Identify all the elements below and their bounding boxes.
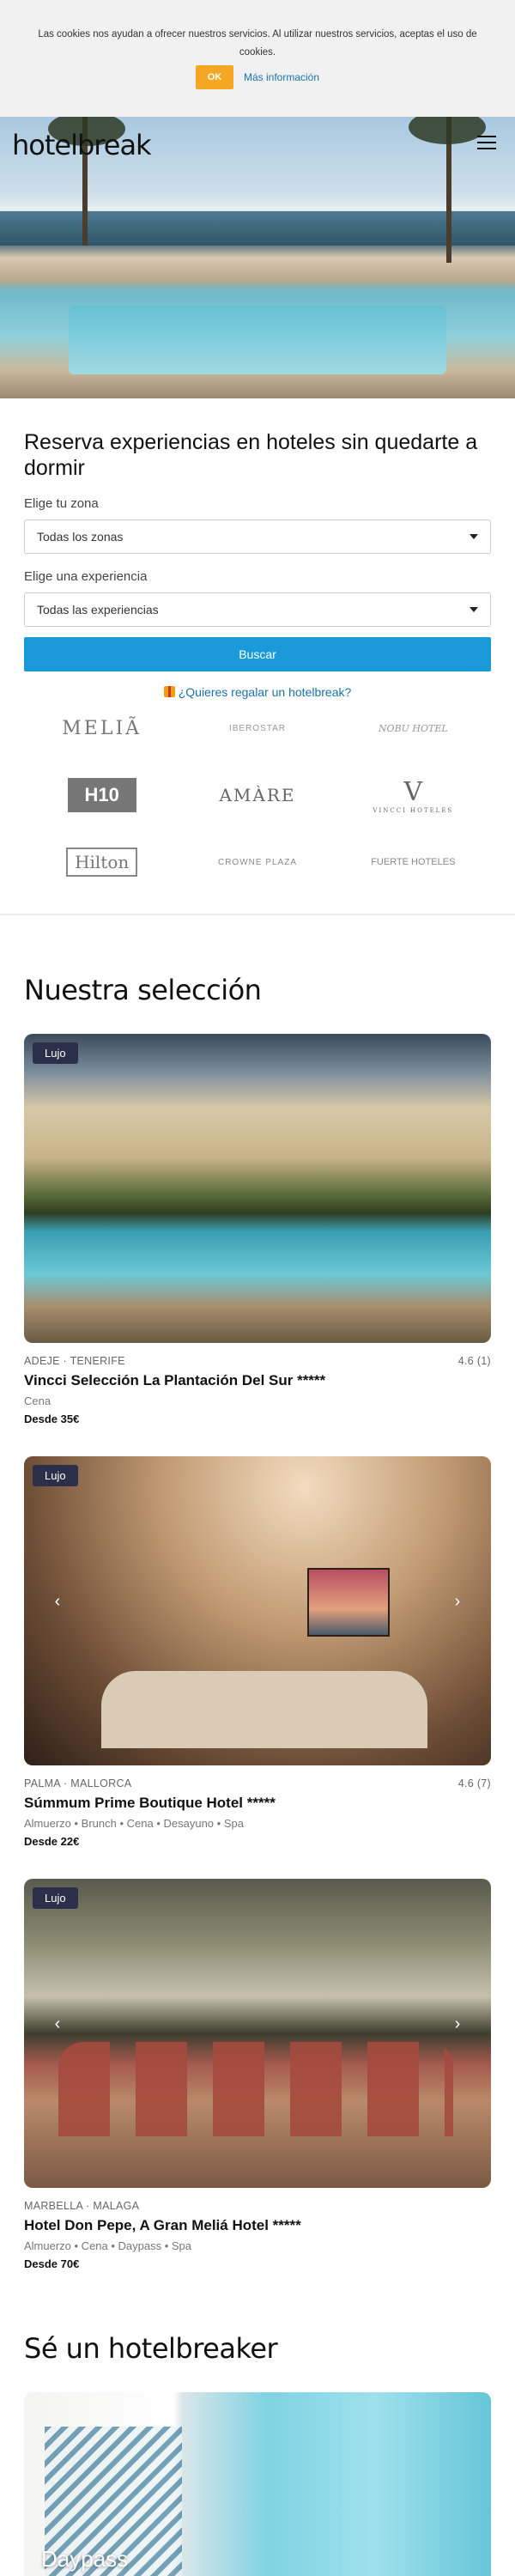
search-panel: Reserva experiencias en hoteles sin qued…: [24, 429, 491, 699]
cookie-more-info-link[interactable]: Más información: [244, 71, 319, 83]
hero-sea: [0, 211, 515, 246]
section-divider: [0, 914, 515, 915]
experience-card-label: Daypass: [41, 2546, 129, 2572]
nobu-logo: NOBU HOTEL: [378, 722, 448, 734]
gift-link-row: ¿Quieres regalar un hotelbreak?: [24, 685, 491, 699]
zone-select[interactable]: Todas los zonas: [24, 519, 491, 554]
experience-card-image[interactable]: Daypass: [24, 2392, 491, 2576]
zone-select-value: Todas los zonas: [37, 530, 124, 544]
caret-down-icon: [470, 607, 478, 612]
experience-label: Elige una experiencia: [24, 569, 148, 584]
vincci-logo-text: VINCCI HOTELES: [373, 806, 454, 814]
caret-down-icon: [470, 534, 478, 539]
gift-icon: [163, 686, 175, 697]
search-button[interactable]: Buscar: [24, 637, 491, 671]
category-badge: Lujo: [33, 1887, 78, 1909]
category-badge: Lujo: [33, 1465, 78, 1486]
hotel-rating: 4.6 (1): [457, 1355, 491, 1367]
carousel-prev-icon[interactable]: ‹: [50, 2015, 65, 2032]
spa-bed: [101, 1671, 427, 1748]
carousel-next-icon[interactable]: ›: [450, 2015, 465, 2032]
vincci-logo: V VINCCI HOTELES: [336, 771, 491, 819]
hotel-name[interactable]: Vincci Selección La Plantación Del Sur *…: [24, 1372, 491, 1389]
hotel-card-meta: PALMA · MALLORCA 4.6 (7): [24, 1777, 491, 1789]
hotelbreak-logo[interactable]: hotelbreak: [12, 129, 152, 161]
carousel-prev-icon[interactable]: ‹: [50, 1593, 65, 1610]
gift-link[interactable]: ¿Quieres regalar un hotelbreak?: [179, 685, 352, 699]
hotel-card-image[interactable]: Lujo ‹ ›: [24, 1879, 491, 2188]
experience-card[interactable]: Daypass: [24, 2392, 491, 2576]
hotel-location: MARBELLA · MALAGA: [24, 2200, 140, 2212]
hotel-name[interactable]: Súmmum Prime Boutique Hotel *****: [24, 1795, 491, 1812]
hotel-card[interactable]: Lujo ‹ › MARBELLA · MALAGA Hotel Don Pep…: [24, 1879, 491, 2270]
brand-logos: MELIÃ IBEROSTAR NOBU HOTEL H10 AMÀRE V V…: [24, 704, 491, 886]
hotel-card-meta: MARBELLA · MALAGA: [24, 2200, 491, 2212]
amare-logo: AMÀRE: [219, 785, 296, 805]
cookie-banner: Las cookies nos ayudan a ofrecer nuestro…: [0, 0, 515, 117]
search-title: Reserva experiencias en hoteles sin qued…: [24, 430, 478, 480]
zone-label: Elige tu zona: [24, 496, 99, 511]
palm-leaves: [409, 117, 486, 144]
hotel-tags: Almuerzo • Brunch • Cena • Desayuno • Sp…: [24, 1817, 244, 1830]
h10-logo: H10: [67, 778, 136, 812]
fuerte-hoteles-logo: FUERTE HOTELES: [371, 857, 456, 867]
crowne-plaza-logo: CROWNE PLAZA: [217, 857, 297, 867]
hotel-tags: Almuerzo • Cena • Daypass • Spa: [24, 2239, 192, 2252]
hotel-price: Desde 70€: [24, 2257, 80, 2270]
hamburger-menu-icon[interactable]: [477, 136, 496, 149]
hotel-location: PALMA · MALLORCA: [24, 1777, 132, 1789]
hotel-price: Desde 35€: [24, 1413, 80, 1425]
experience-select[interactable]: Todas las experiencias: [24, 592, 491, 627]
vincci-logo-mark: V: [403, 776, 423, 807]
cookie-text: Las cookies nos ayudan a ofrecer nuestro…: [38, 29, 477, 58]
hero-pool: [69, 306, 446, 374]
melia-logo: MELIÃ: [62, 717, 142, 739]
hotel-price: Desde 22€: [24, 1835, 80, 1848]
hotel-card[interactable]: Lujo ‹ › PALMA · MALLORCA 4.6 (7) Súmmum…: [24, 1456, 491, 1848]
hotel-card[interactable]: Lujo ADEJE · TENERIFE 4.6 (1) Vincci Sel…: [24, 1034, 491, 1425]
hotel-name[interactable]: Hotel Don Pepe, A Gran Meliá Hotel *****: [24, 2217, 491, 2234]
restaurant-chairs: [58, 2042, 453, 2136]
cookie-actions: OK Más información: [0, 65, 515, 89]
hotel-rating: 4.6 (7): [457, 1777, 491, 1789]
experience-select-value: Todas las experiencias: [37, 603, 159, 617]
cookie-ok-button[interactable]: OK: [195, 65, 233, 89]
hotel-card-meta: ADEJE · TENERIFE 4.6 (1): [24, 1355, 491, 1367]
spa-painting: [307, 1568, 390, 1637]
hotel-tags: Cena: [24, 1394, 52, 1407]
hero-image: hotelbreak: [0, 117, 515, 398]
selection-title: Nuestra selección: [24, 974, 262, 1006]
hotel-card-image[interactable]: Lujo ‹ ›: [24, 1456, 491, 1765]
hotel-card-image[interactable]: Lujo: [24, 1034, 491, 1343]
hotel-location: ADEJE · TENERIFE: [24, 1355, 125, 1367]
carousel-next-icon[interactable]: ›: [450, 1593, 465, 1610]
hotelbreaker-title: Sé un hotelbreaker: [24, 2332, 278, 2365]
iberostar-logo: IBEROSTAR: [228, 723, 287, 733]
category-badge: Lujo: [33, 1042, 78, 1064]
hilton-logo: Hilton: [66, 848, 138, 877]
